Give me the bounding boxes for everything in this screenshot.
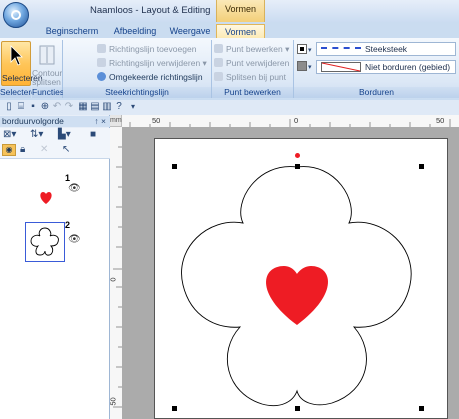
panel-toolbar-1: ⊠▾ ⇅▾ ▙▾ ■ <box>0 128 110 144</box>
resize-handle-bottom-left[interactable] <box>172 406 177 411</box>
rotate-handle[interactable] <box>295 153 300 158</box>
ruler-label: 50 <box>108 397 118 406</box>
group-label-embroidery: Borduren <box>294 87 459 98</box>
delete-point-label: Punt verwijderen <box>226 58 290 68</box>
panel-pin-close-icon[interactable]: ↑ × <box>94 116 106 127</box>
edit-point-button[interactable]: Punt bewerken ▾ <box>214 43 289 55</box>
hide-icon[interactable]: ✕ <box>40 143 48 157</box>
grid-icon[interactable]: ▦ <box>78 102 88 112</box>
move-order-icon[interactable]: ⇅▾ <box>30 128 43 142</box>
ruler-ticks <box>129 119 451 127</box>
heart-icon <box>40 192 52 204</box>
ruler-label: 0 <box>294 116 299 125</box>
tab-vormen[interactable]: Vormen <box>216 24 265 39</box>
ruler-label: 50 <box>152 116 161 125</box>
split-point-label: Splitsen bij punt <box>226 72 287 82</box>
open-file-icon[interactable]: ⌸ <box>16 102 26 112</box>
region-stitch-select[interactable]: Niet borduren (gebied) <box>316 60 456 74</box>
color-sort-icon[interactable]: ▙▾ <box>58 128 71 142</box>
save-icon[interactable]: ▪ <box>28 102 38 112</box>
tab-beginscherm[interactable]: Beginscherm <box>42 24 102 38</box>
remove-direction-line-button[interactable]: Richtingslijn verwijderen ▾ <box>97 57 207 69</box>
context-tab-group-header: Vormen <box>216 0 265 22</box>
visibility-eye-icon[interactable]: 👁︎ <box>68 183 81 194</box>
contour-split-label: Contour splitsen <box>32 68 63 87</box>
ruler-corner: mm <box>110 115 122 127</box>
line-stitch-label: Steeksteek <box>365 44 408 54</box>
remove-direction-icon <box>97 58 106 67</box>
help-icon[interactable]: ? <box>114 102 124 112</box>
add-direction-label: Richtingslijn toevoegen <box>109 44 197 54</box>
list-item-flower-thumbnail[interactable] <box>25 222 65 262</box>
group-label-functions: Functies <box>32 87 65 98</box>
reverse-direction-label: Omgekeerde richtingslijn <box>109 72 203 82</box>
list-item-number: 2 <box>65 220 71 230</box>
application-menu-button[interactable] <box>3 2 29 28</box>
select-button[interactable]: Selecteren <box>1 41 43 86</box>
flower-outline-icon <box>30 227 59 256</box>
add-direction-icon <box>97 44 106 53</box>
customize-qat-icon[interactable]: ▾ <box>128 102 138 112</box>
no-stitch-icon <box>321 62 361 72</box>
delete-point-icon <box>214 58 223 67</box>
contour-split-button[interactable]: Contour splitsen <box>32 41 63 87</box>
visibility-eye-icon[interactable]: 👁︎ <box>68 234 81 245</box>
pointer-icon[interactable]: ↖ <box>62 143 70 157</box>
resize-handle-top-left[interactable] <box>172 164 177 169</box>
window-title: Naamloos - Layout & Editing <box>90 5 211 16</box>
group-label-select: Selecteren <box>0 87 41 98</box>
line-color-swatch[interactable] <box>297 44 307 54</box>
region-color-swatch[interactable] <box>297 61 307 71</box>
chart-icon[interactable]: ▥ <box>102 102 112 112</box>
edit-point-icon <box>214 44 223 53</box>
panel-toolbar-2: ◉ 🔒︎ ✕ ↖ <box>0 143 110 159</box>
resize-handle-top[interactable] <box>295 164 300 169</box>
redo-icon[interactable]: ↷ <box>64 102 74 112</box>
layout-icon[interactable]: ▤ <box>90 102 100 112</box>
list-item-heart-thumbnail[interactable] <box>25 176 65 216</box>
move-group-icon[interactable]: ⊠▾ <box>3 128 16 142</box>
select-button-label: Selecteren <box>2 73 43 83</box>
black-square-icon[interactable]: ■ <box>90 128 96 142</box>
split-point-icon <box>214 72 223 81</box>
resize-handle-top-right[interactable] <box>419 164 424 169</box>
edit-point-label: Punt bewerken <box>226 44 283 54</box>
add-direction-line-button[interactable]: Richtingslijn toevoegen <box>97 43 196 55</box>
undo-icon[interactable]: ↶ <box>52 102 62 112</box>
remove-direction-label: Richtingslijn verwijderen <box>109 58 201 68</box>
panel-title: borduurvolgorde ↑ × <box>0 116 110 127</box>
panel-title-text: borduurvolgorde <box>2 116 64 126</box>
ruler-ticks <box>113 146 122 408</box>
zoom-icon[interactable]: ⊕ <box>40 102 50 112</box>
group-label-point-edit: Punt bewerken <box>212 87 293 98</box>
resize-handle-bottom-right[interactable] <box>419 406 424 411</box>
reverse-direction-icon <box>97 72 106 81</box>
design-shapes <box>181 166 412 407</box>
arrow-cursor-icon <box>10 45 23 66</box>
ruler-label: 50 <box>436 116 445 125</box>
chevron-down-icon[interactable]: ▾ <box>308 46 312 54</box>
resize-handle-bottom[interactable] <box>295 406 300 411</box>
reverse-direction-line-button[interactable]: Omgekeerde richtingslijn <box>97 71 203 83</box>
delete-point-button[interactable]: Punt verwijderen <box>214 57 289 69</box>
dashed-line-icon <box>321 47 361 49</box>
tab-afbeelding[interactable]: Afbeelding <box>108 24 162 38</box>
eye-icon[interactable]: ◉ <box>2 144 16 156</box>
line-stitch-select[interactable]: Steeksteek <box>316 42 456 56</box>
lock-icon[interactable]: 🔒︎ <box>20 143 25 157</box>
region-stitch-label: Niet borduren (gebied) <box>365 62 451 72</box>
contour-split-icon <box>39 45 55 65</box>
list-item-number: 1 <box>65 173 71 183</box>
split-at-point-button[interactable]: Splitsen bij punt <box>214 71 286 83</box>
group-label-stitch-direction: Steekrichtingslijn <box>63 87 211 98</box>
chevron-down-icon[interactable]: ▾ <box>308 63 312 71</box>
tab-weergave[interactable]: Weergave <box>168 24 212 38</box>
new-file-icon[interactable]: ▯ <box>4 102 14 112</box>
ruler-label: 0 <box>108 277 118 282</box>
